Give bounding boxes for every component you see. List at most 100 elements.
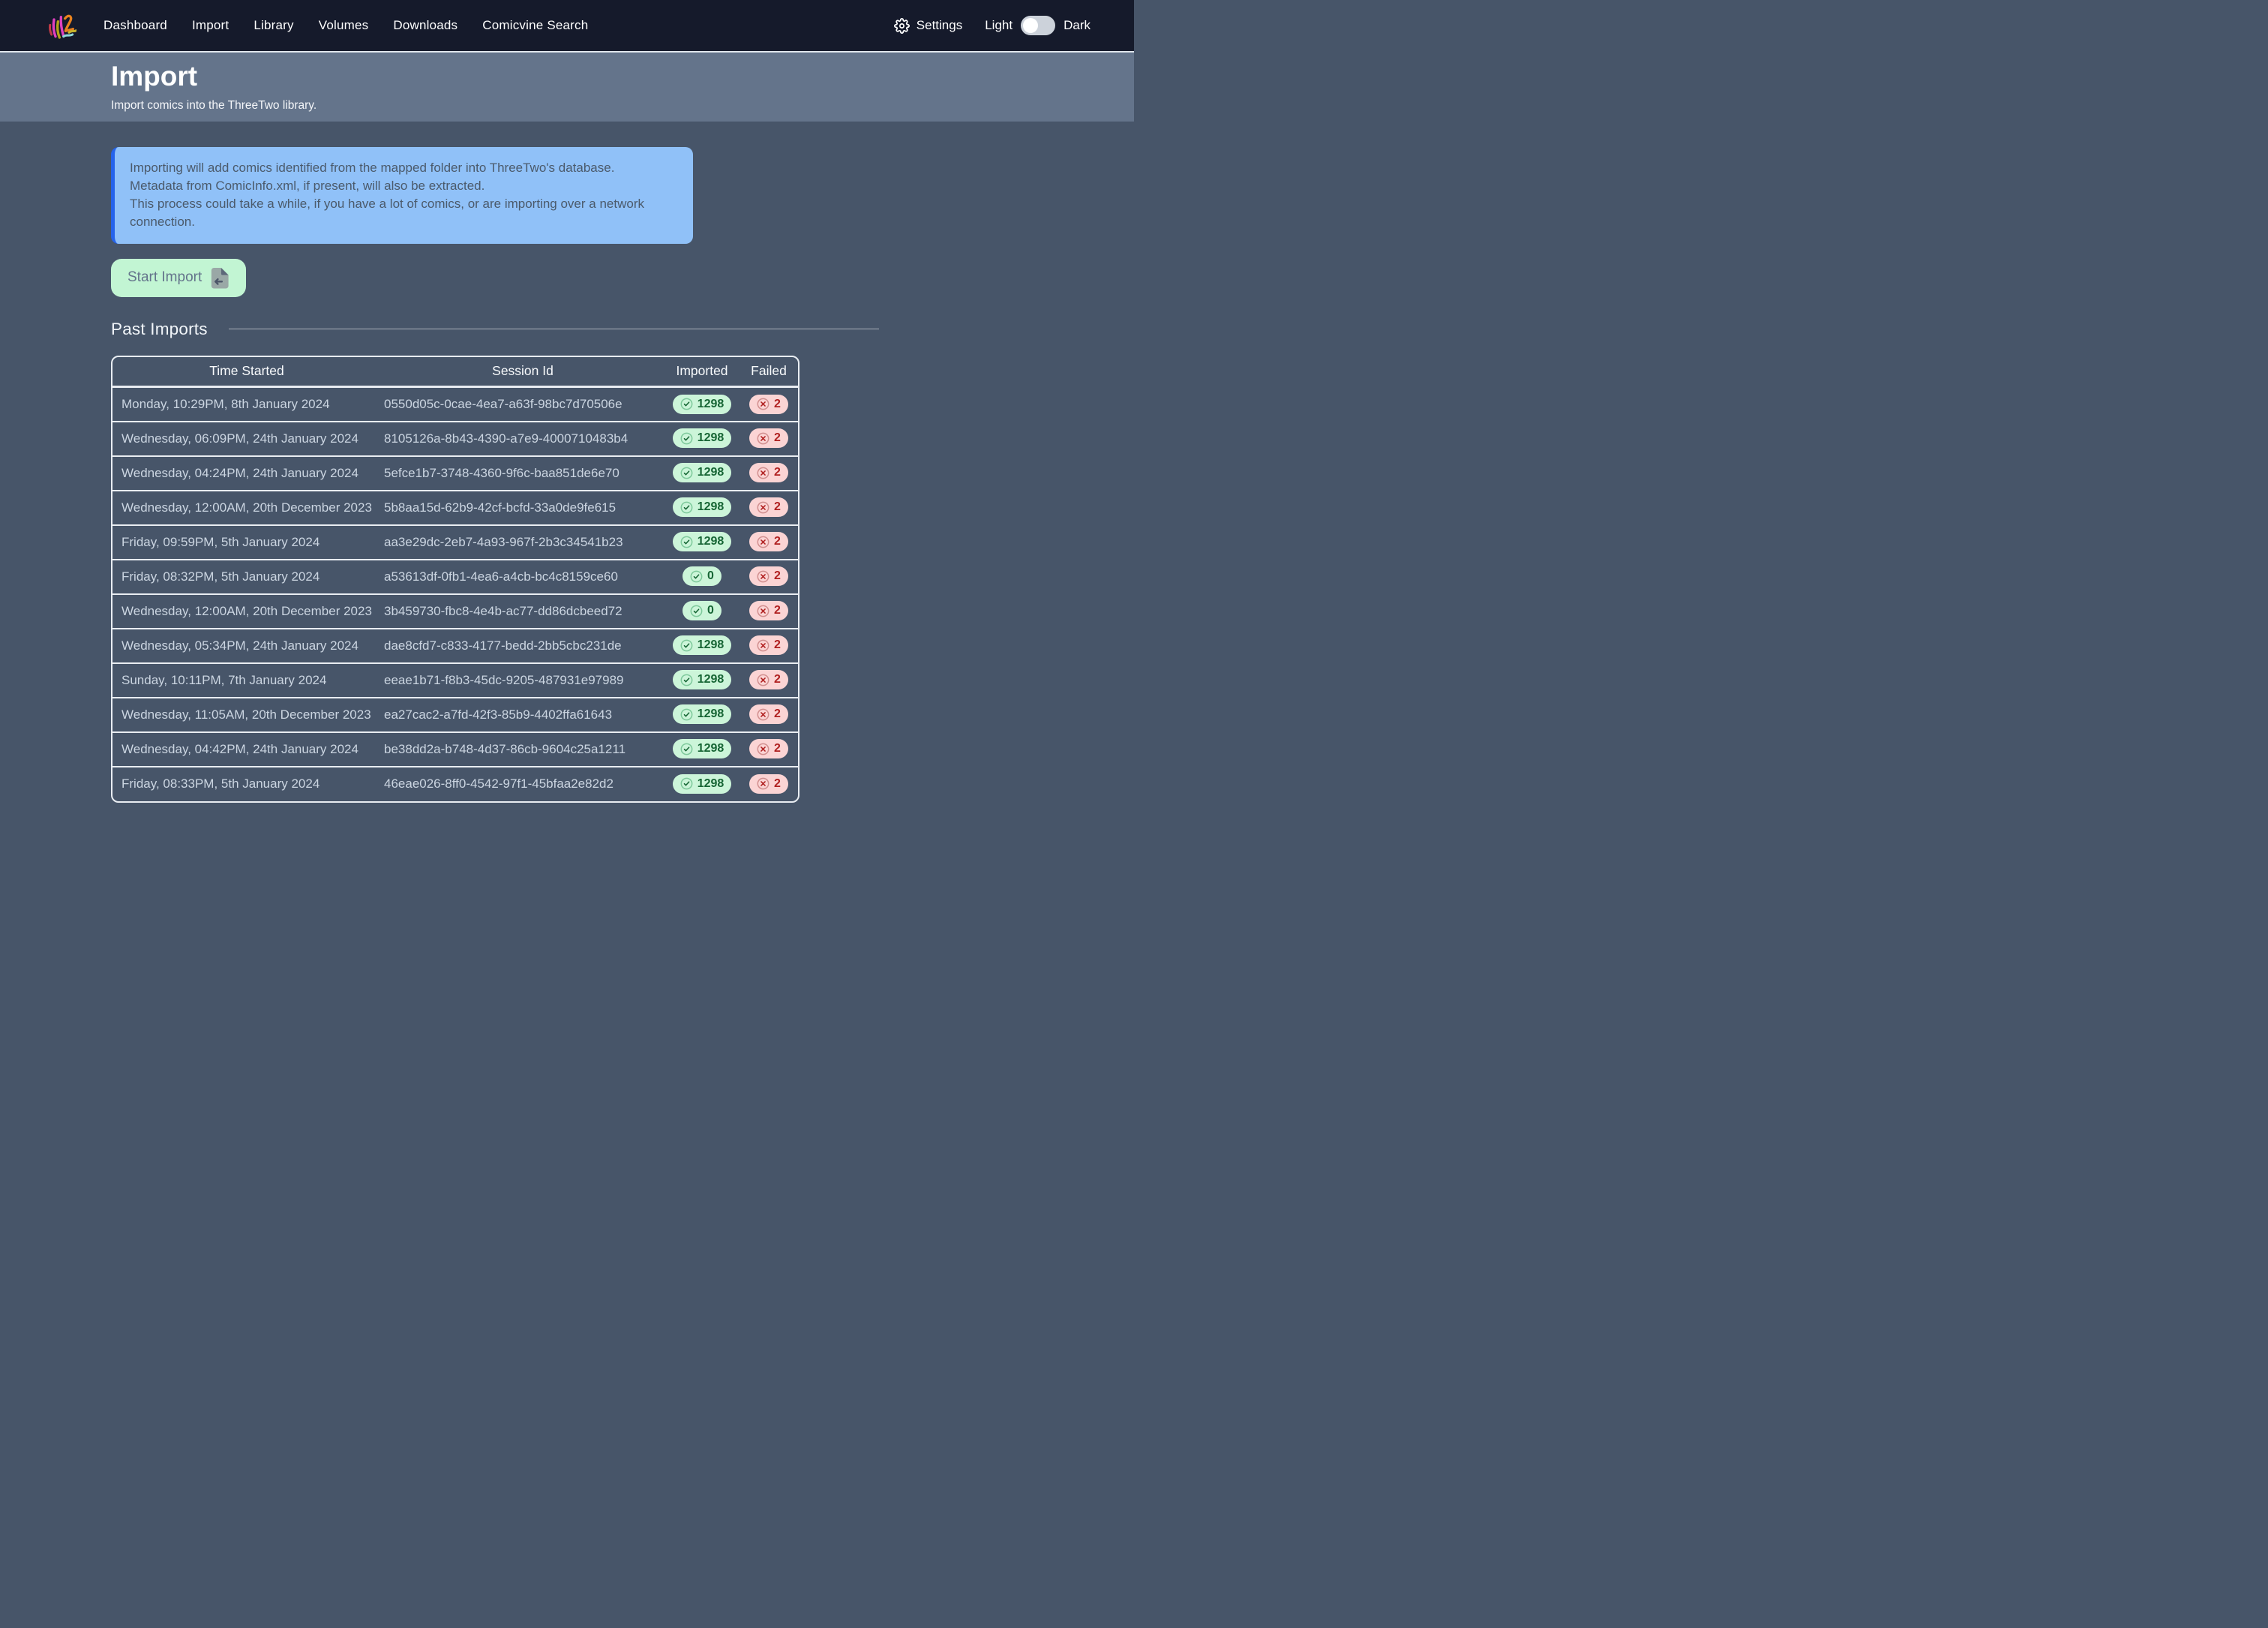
alert-line: Importing will add comics identified fro… — [130, 159, 678, 177]
imported-cell: 0 — [664, 560, 740, 594]
imported-cell: 1298 — [664, 422, 740, 456]
imported-badge: 1298 — [673, 739, 732, 758]
table-row: Wednesday, 12:00AM, 20th December 2023 3… — [112, 594, 798, 629]
column-header-imported: Imported — [664, 357, 740, 387]
table-row: Wednesday, 04:24PM, 24th January 2024 5e… — [112, 456, 798, 491]
session-id-cell: 5efce1b7-3748-4360-9f6c-baa851de6e70 — [381, 456, 664, 491]
time-started-cell: Sunday, 10:11PM, 7th January 2024 — [112, 663, 381, 698]
table-row: Friday, 08:33PM, 5th January 2024 46eae0… — [112, 767, 798, 801]
imported-cell: 1298 — [664, 732, 740, 767]
failed-cell: 2 — [740, 629, 798, 663]
past-imports-heading: Past Imports — [111, 320, 208, 339]
time-started-cell: Wednesday, 12:00AM, 20th December 2023 — [112, 491, 381, 525]
session-id-cell: be38dd2a-b748-4d37-86cb-9604c25a1211 — [381, 732, 664, 767]
settings-button[interactable]: Settings — [894, 18, 962, 34]
time-started-cell: Friday, 09:59PM, 5th January 2024 — [112, 525, 381, 560]
check-circle-icon — [680, 674, 693, 686]
alert-line: This process could take a while, if you … — [130, 195, 678, 231]
failed-cell: 2 — [740, 387, 798, 422]
failed-badge: 2 — [749, 395, 788, 414]
theme-toggle-knob — [1023, 18, 1038, 33]
x-circle-icon — [757, 398, 770, 410]
session-id-cell: 3b459730-fbc8-4e4b-ac77-dd86dcbeed72 — [381, 594, 664, 629]
nav-item-dashboard[interactable]: Dashboard — [104, 18, 167, 33]
column-header-time-started: Time Started — [112, 357, 381, 387]
imported-badge: 0 — [682, 601, 722, 620]
nav-item-volumes[interactable]: Volumes — [319, 18, 369, 33]
check-circle-icon — [680, 639, 693, 652]
settings-label: Settings — [916, 18, 962, 33]
time-started-cell: Wednesday, 06:09PM, 24th January 2024 — [112, 422, 381, 456]
table-row: Wednesday, 11:05AM, 20th December 2023 e… — [112, 698, 798, 732]
table-row: Friday, 09:59PM, 5th January 2024 aa3e29… — [112, 525, 798, 560]
page-title: Import — [111, 62, 1134, 92]
gear-icon — [894, 18, 910, 34]
imported-badge: 1298 — [673, 635, 732, 655]
check-circle-icon — [680, 432, 693, 445]
check-circle-icon — [680, 398, 693, 410]
page-header: Import Import comics into the ThreeTwo l… — [0, 53, 1134, 122]
check-circle-icon — [690, 605, 703, 617]
failed-badge: 2 — [749, 497, 788, 517]
theme-toggle: Light Dark — [985, 16, 1090, 35]
time-started-cell: Wednesday, 12:00AM, 20th December 2023 — [112, 594, 381, 629]
session-id-cell: eeae1b71-f8b3-45dc-9205-487931e97989 — [381, 663, 664, 698]
failed-badge: 2 — [749, 601, 788, 620]
table-row: Wednesday, 04:42PM, 24th January 2024 be… — [112, 732, 798, 767]
failed-cell: 2 — [740, 525, 798, 560]
nav-item-comicvine-search[interactable]: Comicvine Search — [482, 18, 588, 33]
start-import-button[interactable]: Start Import — [111, 259, 246, 297]
table-row: Friday, 08:32PM, 5th January 2024 a53613… — [112, 560, 798, 594]
failed-badge: 2 — [749, 635, 788, 655]
time-started-cell: Friday, 08:33PM, 5th January 2024 — [112, 767, 381, 801]
session-id-cell: 0550d05c-0cae-4ea7-a63f-98bc7d70506e — [381, 387, 664, 422]
x-circle-icon — [757, 777, 770, 790]
session-id-cell: ea27cac2-a7fd-42f3-85b9-4402ffa61643 — [381, 698, 664, 732]
imported-cell: 1298 — [664, 525, 740, 560]
time-started-cell: Monday, 10:29PM, 8th January 2024 — [112, 387, 381, 422]
failed-cell: 2 — [740, 767, 798, 801]
navbar: Dashboard Import Library Volumes Downloads Co… — [0, 0, 1134, 53]
failed-badge: 2 — [749, 532, 788, 551]
x-circle-icon — [757, 501, 770, 514]
table-row: Monday, 10:29PM, 8th January 2024 0550d0… — [112, 387, 798, 422]
imported-cell: 1298 — [664, 456, 740, 491]
imported-cell: 1298 — [664, 629, 740, 663]
nav-menu: Dashboard Import Library Volumes Downloads Co… — [104, 18, 588, 33]
nav-item-downloads[interactable]: Downloads — [393, 18, 458, 33]
session-id-cell: a53613df-0fb1-4ea6-a4cb-bc4c8159ce60 — [381, 560, 664, 594]
imported-badge: 1298 — [673, 463, 732, 482]
theme-dark-label: Dark — [1064, 18, 1090, 33]
start-import-label: Start Import — [128, 269, 202, 286]
failed-badge: 2 — [749, 704, 788, 724]
failed-badge: 2 — [749, 463, 788, 482]
imported-cell: 0 — [664, 594, 740, 629]
x-circle-icon — [757, 708, 770, 721]
failed-badge: 2 — [749, 566, 788, 586]
alert-line: Metadata from ComicInfo.xml, if present,… — [130, 177, 678, 195]
imported-cell: 1298 — [664, 387, 740, 422]
imported-badge: 1298 — [673, 670, 732, 689]
threetwo-logo-icon — [46, 5, 76, 46]
page-subtitle: Import comics into the ThreeTwo library. — [111, 99, 1134, 113]
check-circle-icon — [680, 743, 693, 755]
nav-item-import[interactable]: Import — [192, 18, 229, 33]
time-started-cell: Wednesday, 11:05AM, 20th December 2023 — [112, 698, 381, 732]
theme-toggle-switch[interactable] — [1021, 16, 1055, 35]
table-header-row: Time Started Session Id Imported Failed — [112, 357, 798, 387]
table-row: Wednesday, 05:34PM, 24th January 2024 da… — [112, 629, 798, 663]
session-id-cell: 46eae026-8ff0-4542-97f1-45bfaa2e82d2 — [381, 767, 664, 801]
table-row: Wednesday, 12:00AM, 20th December 2023 5… — [112, 491, 798, 525]
theme-light-label: Light — [985, 18, 1012, 33]
failed-cell: 2 — [740, 594, 798, 629]
x-circle-icon — [757, 536, 770, 548]
imported-badge: 1298 — [673, 428, 732, 448]
failed-cell: 2 — [740, 560, 798, 594]
x-circle-icon — [757, 605, 770, 617]
column-header-failed: Failed — [740, 357, 798, 387]
nav-item-library[interactable]: Library — [254, 18, 293, 33]
session-id-cell: aa3e29dc-2eb7-4a93-967f-2b3c34541b23 — [381, 525, 664, 560]
threetwo-logo[interactable] — [46, 5, 76, 46]
main-content: Importing will add comics identified fro… — [0, 122, 1134, 803]
session-id-cell: 5b8aa15d-62b9-42cf-bcfd-33a0de9fe615 — [381, 491, 664, 525]
